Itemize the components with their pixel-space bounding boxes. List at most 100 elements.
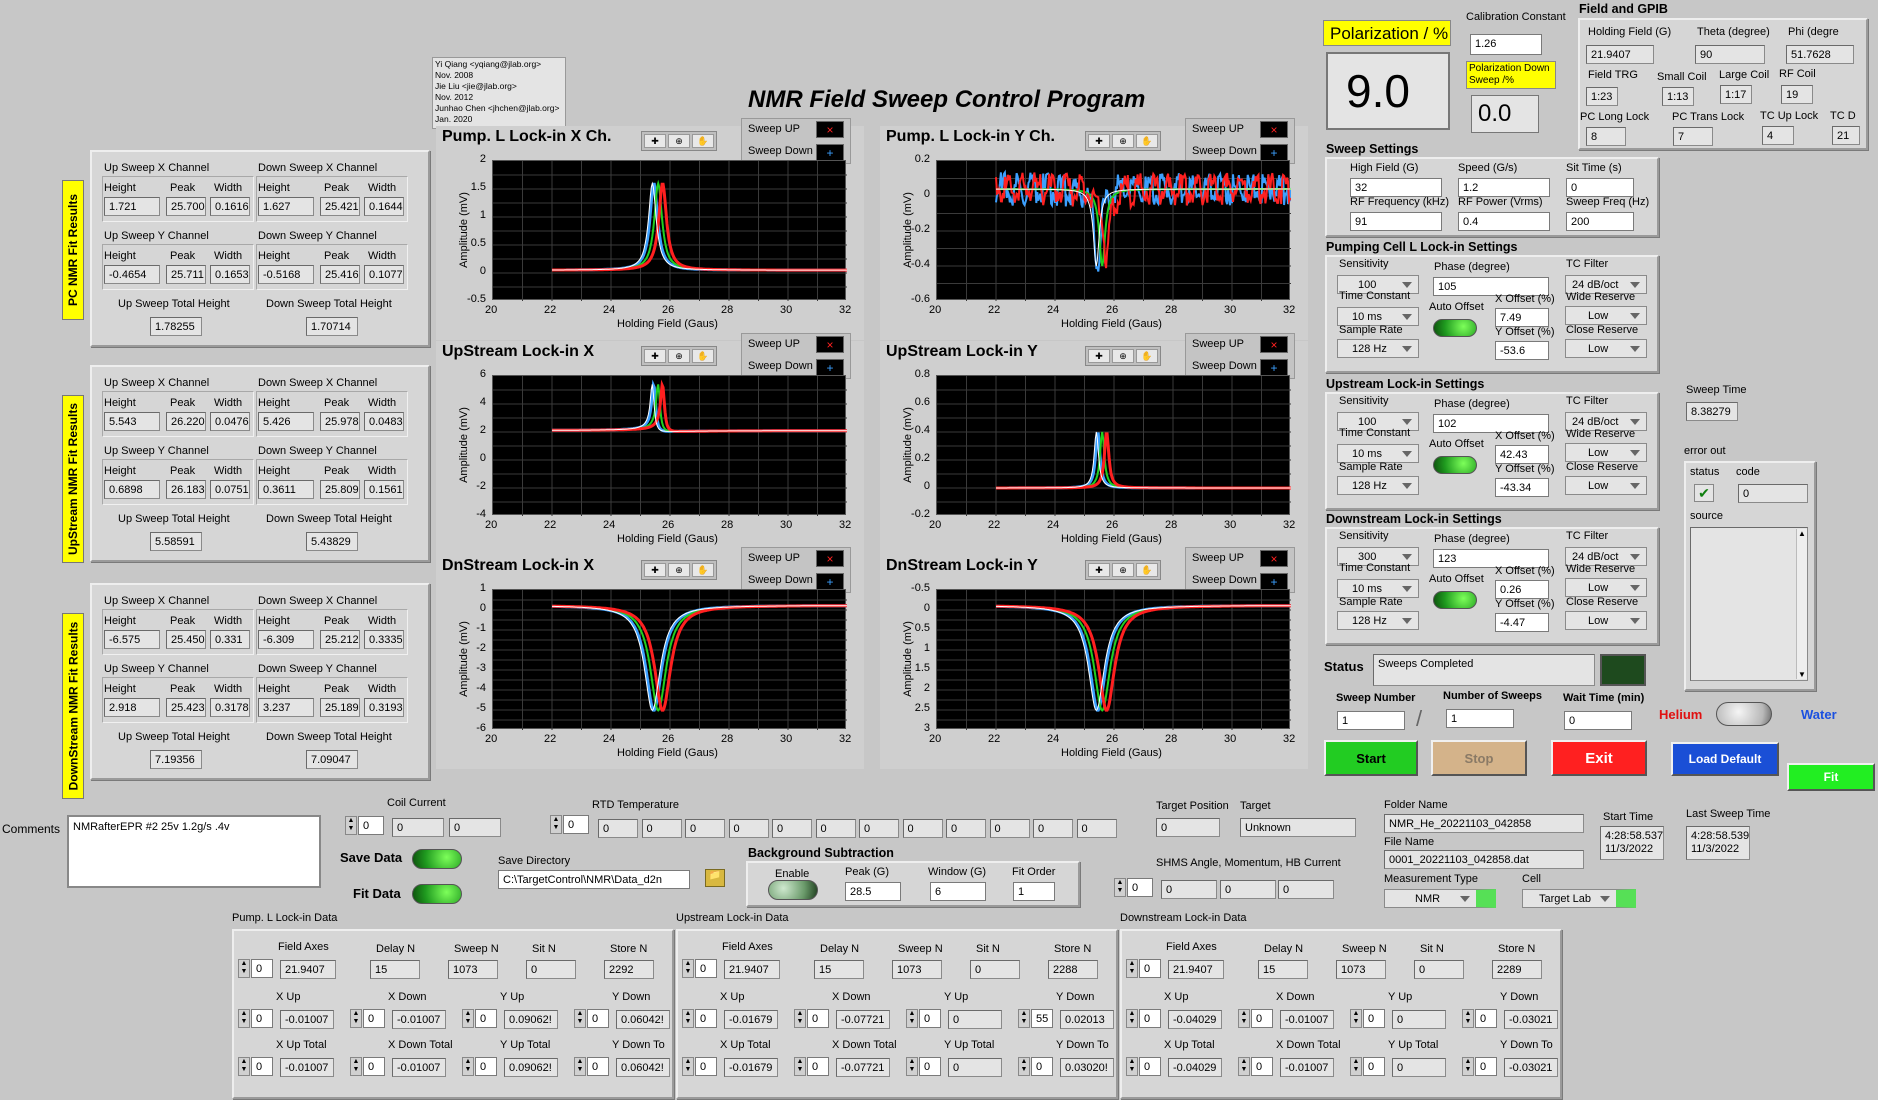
y-down-index[interactable]: 0 <box>587 1009 609 1028</box>
field-axes-stepper[interactable]: ▲ ▼ <box>682 959 694 978</box>
y-offset-input[interactable]: -4.47 <box>1495 613 1549 632</box>
load-default-button[interactable]: Load Default <box>1671 742 1779 776</box>
zoom-icon[interactable]: ✚ <box>1088 563 1110 577</box>
plot-area[interactable] <box>936 589 1291 730</box>
legend-down-swatch[interactable]: + <box>816 359 844 376</box>
pan-icon[interactable]: ✋ <box>1136 563 1158 577</box>
y-offset-input[interactable]: -53.6 <box>1495 341 1549 360</box>
y-up-index[interactable]: 0 <box>475 1009 497 1028</box>
plot-area[interactable] <box>936 160 1292 301</box>
y-up-total-stepper[interactable]: ▲ ▼ <box>1350 1057 1362 1076</box>
coil-current-index[interactable]: 0 <box>358 816 384 835</box>
graph-palette[interactable]: ✚ ⊕ ✋ <box>1085 346 1161 366</box>
legend-up-swatch[interactable]: × <box>1260 121 1288 138</box>
y-down-total-index[interactable]: 0 <box>1475 1057 1497 1076</box>
plot-area[interactable] <box>492 589 847 730</box>
y-up-total-stepper[interactable]: ▲ ▼ <box>906 1057 918 1076</box>
graph-palette[interactable]: ✚ ⊕ ✋ <box>1085 560 1161 580</box>
x-down-index[interactable]: 0 <box>1251 1009 1273 1028</box>
start-button[interactable]: Start <box>1324 740 1418 776</box>
auto-offset-toggle[interactable] <box>1433 591 1477 609</box>
x-down-total-stepper[interactable]: ▲ ▼ <box>794 1057 806 1076</box>
y-up-total-index[interactable]: 0 <box>919 1057 941 1076</box>
graph-palette[interactable]: ✚ ⊕ ✋ <box>1085 131 1161 151</box>
fit-results-tab[interactable]: UpStream NMR Fit Results <box>62 395 84 563</box>
exit-button[interactable]: Exit <box>1551 740 1647 776</box>
legend-up-swatch[interactable]: × <box>1260 336 1288 353</box>
y-down-total-index[interactable]: 0 <box>587 1057 609 1076</box>
y-up-total-stepper[interactable]: ▲ ▼ <box>462 1057 474 1076</box>
scrollbar[interactable]: ▲ ▼ <box>1796 529 1807 679</box>
bg-fit-order-input[interactable]: 1 <box>1013 882 1055 901</box>
x-down-total-index[interactable]: 0 <box>807 1057 829 1076</box>
x-up-stepper[interactable]: ▲ ▼ <box>682 1009 694 1028</box>
measurement-type-select[interactable]: NMR <box>1384 889 1496 908</box>
pan-icon[interactable]: ✋ <box>692 349 714 363</box>
rf-frequency-input[interactable]: 91 <box>1350 212 1442 231</box>
zoom-icon[interactable]: ✚ <box>1088 349 1110 363</box>
x-down-stepper[interactable]: ▲ ▼ <box>350 1009 362 1028</box>
pan-icon[interactable]: ✋ <box>1136 134 1158 148</box>
magnify-icon[interactable]: ⊕ <box>668 349 690 363</box>
y-up-index[interactable]: 0 <box>919 1009 941 1028</box>
close-reserve-select[interactable]: Low <box>1565 611 1647 630</box>
y-up-stepper[interactable]: ▲ ▼ <box>462 1009 474 1028</box>
stop-button[interactable]: Stop <box>1431 740 1527 776</box>
x-offset-input[interactable]: 42.43 <box>1495 445 1549 464</box>
y-down-total-stepper[interactable]: ▲ ▼ <box>1462 1057 1474 1076</box>
save-directory-input[interactable]: C:\TargetControl\NMR\Data_d2n <box>498 870 690 889</box>
x-up-total-stepper[interactable]: ▲ ▼ <box>238 1057 250 1076</box>
field-axes-index[interactable]: 0 <box>695 959 717 978</box>
sweep-number-input[interactable]: 1 <box>1337 711 1405 730</box>
auto-offset-toggle[interactable] <box>1433 456 1477 474</box>
wait-time-input[interactable]: 0 <box>1564 711 1632 730</box>
x-up-total-index[interactable]: 0 <box>1139 1057 1161 1076</box>
legend-up-swatch[interactable]: × <box>816 550 844 567</box>
speed-input[interactable]: 1.2 <box>1458 178 1550 197</box>
zoom-icon[interactable]: ✚ <box>644 563 666 577</box>
magnify-icon[interactable]: ⊕ <box>1112 349 1134 363</box>
x-down-stepper[interactable]: ▲ ▼ <box>1238 1009 1250 1028</box>
y-up-stepper[interactable]: ▲ ▼ <box>906 1009 918 1028</box>
sweep-freq-input[interactable]: 200 <box>1566 212 1634 231</box>
comments-input[interactable]: NMRafterEPR #2 25v 1.2g/s .4v <box>67 815 321 888</box>
fit-results-tab[interactable]: DownStream NMR Fit Results <box>62 613 84 799</box>
x-up-total-index[interactable]: 0 <box>695 1057 717 1076</box>
coil-current-index-stepper[interactable]: ▲ ▼ <box>345 816 357 835</box>
fit-button[interactable]: Fit <box>1787 763 1875 791</box>
zoom-icon[interactable]: ✚ <box>644 134 666 148</box>
y-up-total-index[interactable]: 0 <box>475 1057 497 1076</box>
magnify-icon[interactable]: ⊕ <box>668 134 690 148</box>
y-offset-input[interactable]: -43.34 <box>1495 478 1549 497</box>
plot-area[interactable] <box>492 375 847 516</box>
x-up-index[interactable]: 0 <box>1139 1009 1161 1028</box>
fit-results-tab[interactable]: PC NMR Fit Results <box>62 180 84 320</box>
plot-area[interactable] <box>936 375 1291 516</box>
field-axes-index[interactable]: 0 <box>1139 959 1161 978</box>
legend-down-swatch[interactable]: + <box>1260 359 1288 376</box>
bg-window-input[interactable]: 6 <box>930 882 986 901</box>
x-up-index[interactable]: 0 <box>695 1009 717 1028</box>
pan-icon[interactable]: ✋ <box>692 134 714 148</box>
x-down-total-index[interactable]: 0 <box>363 1057 385 1076</box>
sample-rate-select[interactable]: 128 Hz <box>1337 339 1419 358</box>
y-down-stepper[interactable]: ▲ ▼ <box>574 1009 586 1028</box>
plot-area[interactable] <box>492 160 847 301</box>
shms-index[interactable]: 0 <box>1127 878 1153 897</box>
y-down-stepper[interactable]: ▲ ▼ <box>1018 1009 1030 1028</box>
y-up-stepper[interactable]: ▲ ▼ <box>1350 1009 1362 1028</box>
graph-palette[interactable]: ✚ ⊕ ✋ <box>641 346 717 366</box>
y-down-total-index[interactable]: 0 <box>1031 1057 1053 1076</box>
x-offset-input[interactable]: 7.49 <box>1495 308 1549 327</box>
legend-down-swatch[interactable]: + <box>1260 573 1288 590</box>
shms-index-stepper[interactable]: ▲ ▼ <box>1114 878 1126 897</box>
x-down-total-stepper[interactable]: ▲ ▼ <box>350 1057 362 1076</box>
wide-reserve-select[interactable]: Low <box>1565 578 1647 597</box>
y-down-total-stepper[interactable]: ▲ ▼ <box>574 1057 586 1076</box>
pan-icon[interactable]: ✋ <box>692 563 714 577</box>
rf-power-input[interactable]: 0.4 <box>1458 212 1550 231</box>
field-axes-stepper[interactable]: ▲ ▼ <box>238 959 250 978</box>
sit-time-input[interactable]: 0 <box>1566 178 1634 197</box>
helium-water-switch[interactable] <box>1716 702 1772 726</box>
magnify-icon[interactable]: ⊕ <box>668 563 690 577</box>
